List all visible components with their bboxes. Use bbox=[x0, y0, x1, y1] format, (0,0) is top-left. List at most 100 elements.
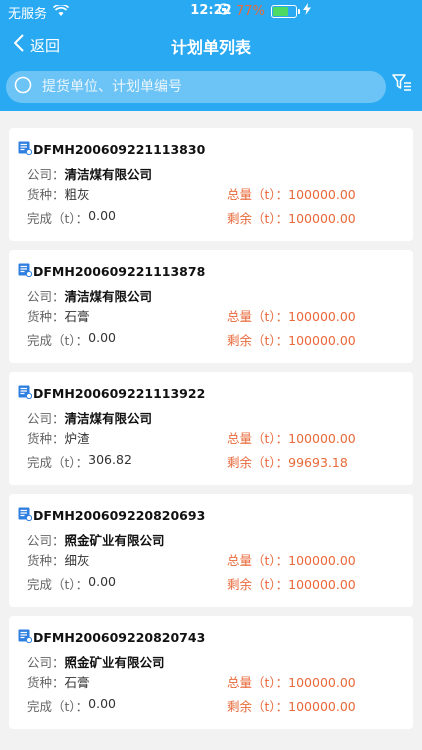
done-label: 完成（t）： bbox=[27, 577, 89, 592]
done-value: 0.00 bbox=[88, 330, 116, 345]
total-value: 100000.00 bbox=[288, 431, 356, 446]
cargo-label: 货种： bbox=[27, 431, 65, 446]
plan-code-row: DFMH200609220820743 bbox=[18, 629, 205, 646]
cargo-label: 货种： bbox=[27, 309, 65, 324]
cargo-value: 炉渣 bbox=[64, 431, 90, 446]
company-row: 公司： 清洁煤有限公司 bbox=[27, 286, 152, 305]
company-row: 公司： 照金矿业有限公司 bbox=[27, 652, 165, 671]
company-name: 照金矿业有限公司 bbox=[64, 533, 165, 548]
total-label: 总量（t）： bbox=[227, 431, 289, 446]
company-row: 公司： 照金矿业有限公司 bbox=[27, 530, 165, 549]
done-row: 完成（t）： 0.00 bbox=[27, 696, 116, 715]
total-value: 100000.00 bbox=[288, 553, 356, 568]
cargo-row: 货种： 炉渣 bbox=[27, 428, 90, 447]
plan-code-row: DFMH200609221113878 bbox=[18, 263, 205, 280]
plan-list: DFMH200609221113830 公司： 清洁煤有限公司 货种： 粗灰 完成（… bbox=[9, 128, 413, 738]
done-label: 完成（t）： bbox=[27, 211, 89, 226]
cargo-row: 货种： 石膏 bbox=[27, 672, 90, 691]
header: 无服务 12:22 77% 返回 计划单列表 bbox=[0, 0, 422, 111]
remain-label: 剩余（t）： bbox=[227, 455, 289, 470]
remain-value: 100000.00 bbox=[288, 577, 356, 592]
remain-label: 剩余（t）： bbox=[227, 211, 289, 226]
remain-row: 剩余（t）：100000.00 bbox=[227, 208, 356, 227]
nav-bar: 返回 计划单列表 bbox=[0, 22, 422, 66]
remain-label: 剩余（t）： bbox=[227, 699, 289, 714]
total-label: 总量（t）： bbox=[227, 309, 289, 324]
remain-row: 剩余（t）：100000.00 bbox=[227, 696, 356, 715]
remain-row: 剩余（t）：100000.00 bbox=[227, 574, 356, 593]
total-label: 总量（t）： bbox=[227, 553, 289, 568]
plan-code: DFMH200609221113830 bbox=[33, 142, 206, 157]
done-value: 0.00 bbox=[88, 696, 116, 711]
document-icon bbox=[18, 507, 33, 524]
company-name: 清洁煤有限公司 bbox=[64, 289, 153, 304]
done-label: 完成（t）： bbox=[27, 699, 89, 714]
plan-code: DFMH200609221113922 bbox=[33, 386, 206, 401]
total-label: 总量（t）： bbox=[227, 675, 289, 690]
page-title: 计划单列表 bbox=[170, 38, 251, 57]
total-value: 100000.00 bbox=[288, 675, 356, 690]
company-label: 公司： bbox=[27, 655, 65, 670]
battery-icon bbox=[270, 4, 300, 18]
company-label: 公司： bbox=[27, 289, 65, 304]
done-label: 完成（t）： bbox=[27, 455, 89, 470]
cargo-value: 粗灰 bbox=[64, 187, 90, 202]
plan-code: DFMH200609221113878 bbox=[33, 264, 206, 279]
company-name: 清洁煤有限公司 bbox=[64, 411, 153, 426]
document-icon bbox=[18, 141, 33, 158]
status-bar: 无服务 12:22 77% bbox=[0, 0, 422, 22]
total-row: 总量（t）：100000.00 bbox=[227, 306, 356, 325]
rotation-lock-icon bbox=[218, 3, 230, 19]
search-icon bbox=[14, 76, 32, 98]
done-row: 完成（t）： 0.00 bbox=[27, 208, 116, 227]
remain-label: 剩余（t）： bbox=[227, 333, 289, 348]
cargo-row: 货种： 石膏 bbox=[27, 306, 90, 325]
total-value: 100000.00 bbox=[288, 309, 356, 324]
done-value: 0.00 bbox=[88, 208, 116, 223]
plan-code-row: DFMH200609220820693 bbox=[18, 507, 205, 524]
cargo-value: 细灰 bbox=[64, 553, 90, 568]
cargo-value: 石膏 bbox=[64, 309, 90, 324]
plan-code-row: DFMH200609221113922 bbox=[18, 385, 205, 402]
done-label: 完成（t）： bbox=[27, 333, 89, 348]
done-value: 306.82 bbox=[88, 452, 132, 467]
company-label: 公司： bbox=[27, 533, 65, 548]
company-label: 公司： bbox=[27, 411, 65, 426]
plan-card[interactable]: DFMH200609221113922 公司： 清洁煤有限公司 货种： 炉渣 完成（… bbox=[9, 372, 413, 485]
cargo-row: 货种： 细灰 bbox=[27, 550, 90, 569]
total-row: 总量（t）：100000.00 bbox=[227, 184, 356, 203]
company-row: 公司： 清洁煤有限公司 bbox=[27, 408, 152, 427]
plan-code-row: DFMH200609221113830 bbox=[18, 141, 205, 158]
search-row bbox=[0, 71, 422, 105]
plan-card[interactable]: DFMH200609220820693 公司： 照金矿业有限公司 货种： 细灰 完成… bbox=[9, 494, 413, 607]
battery-fill bbox=[272, 6, 289, 16]
company-label: 公司： bbox=[27, 167, 65, 182]
total-value: 100000.00 bbox=[288, 187, 356, 202]
search-box[interactable] bbox=[6, 71, 386, 103]
filter-button[interactable] bbox=[392, 73, 412, 97]
battery-percent: 77% bbox=[236, 3, 265, 19]
document-icon bbox=[18, 385, 33, 402]
done-row: 完成（t）： 0.00 bbox=[27, 574, 116, 593]
done-row: 完成（t）： 306.82 bbox=[27, 452, 132, 471]
total-row: 总量（t）：100000.00 bbox=[227, 672, 356, 691]
cargo-label: 货种： bbox=[27, 553, 65, 568]
search-input[interactable] bbox=[40, 78, 364, 96]
company-name: 清洁煤有限公司 bbox=[64, 167, 153, 182]
total-row: 总量（t）：100000.00 bbox=[227, 428, 356, 447]
charging-icon bbox=[302, 3, 311, 19]
cargo-row: 货种： 粗灰 bbox=[27, 184, 90, 203]
remain-value: 100000.00 bbox=[288, 699, 356, 714]
plan-card[interactable]: DFMH200609221113830 公司： 清洁煤有限公司 货种： 粗灰 完成（… bbox=[9, 128, 413, 241]
plan-card[interactable]: DFMH200609220820743 公司： 照金矿业有限公司 货种： 石膏 完成… bbox=[9, 616, 413, 729]
plan-code: DFMH200609220820743 bbox=[33, 630, 206, 645]
remain-row: 剩余（t）：100000.00 bbox=[227, 330, 356, 349]
filter-icon bbox=[392, 74, 412, 97]
document-icon bbox=[18, 263, 33, 280]
done-value: 0.00 bbox=[88, 574, 116, 589]
total-label: 总量（t）： bbox=[227, 187, 289, 202]
company-name: 照金矿业有限公司 bbox=[64, 655, 165, 670]
remain-value: 100000.00 bbox=[288, 333, 356, 348]
cargo-value: 石膏 bbox=[64, 675, 90, 690]
plan-card[interactable]: DFMH200609221113878 公司： 清洁煤有限公司 货种： 石膏 完成（… bbox=[9, 250, 413, 363]
